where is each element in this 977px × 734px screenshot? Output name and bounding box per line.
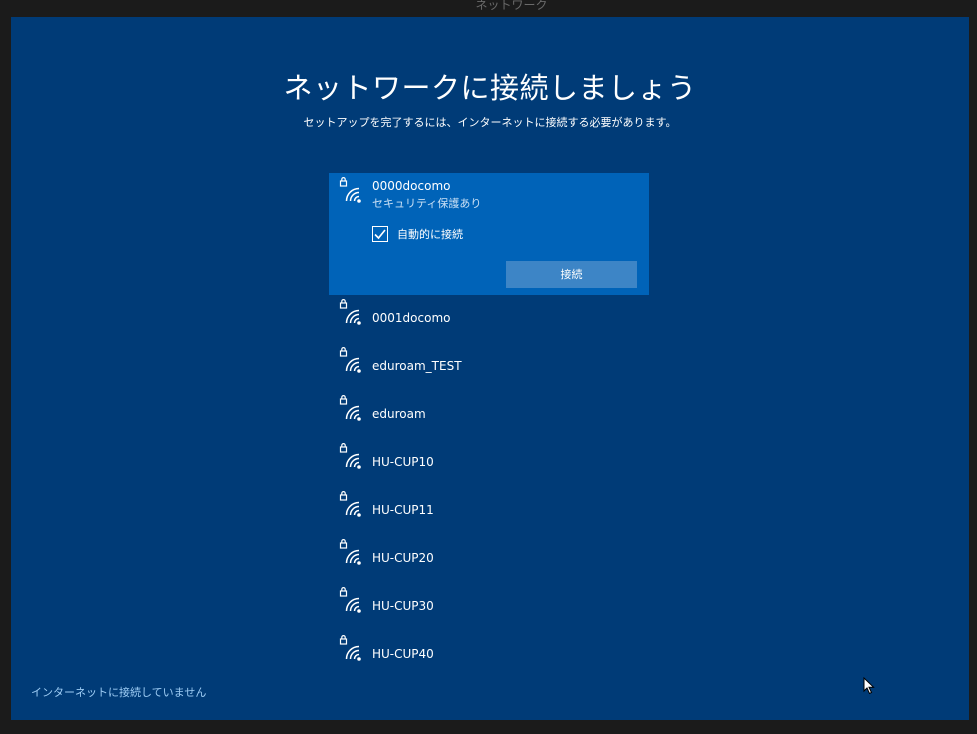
auto-connect-checkbox[interactable]: 自動的に接続	[372, 225, 463, 243]
wifi-locked-icon	[339, 177, 361, 203]
network-name: HU-CUP40	[372, 647, 434, 661]
network-item[interactable]: eduroam_TEST	[329, 343, 649, 391]
wifi-locked-icon	[339, 491, 361, 517]
checkbox-box[interactable]	[372, 226, 388, 242]
network-name: eduroam	[372, 407, 426, 421]
setup-screen: ネットワークに接続しましょう セットアップを完了するには、インターネットに接続す…	[11, 17, 969, 720]
network-item[interactable]: HU-CUP10	[329, 439, 649, 487]
page-subtitle: セットアップを完了するには、インターネットに接続する必要があります。	[303, 116, 677, 129]
wifi-locked-icon	[339, 587, 361, 613]
network-item[interactable]: 0001docomo	[329, 295, 649, 343]
network-name: eduroam_TEST	[372, 359, 462, 373]
wifi-locked-icon	[339, 635, 361, 661]
network-item[interactable]: eduroam	[329, 391, 649, 439]
network-name: HU-CUP10	[372, 455, 434, 469]
network-security-status: セキュリティ保護あり	[372, 197, 482, 210]
connection-status: インターネットに接続していません	[31, 686, 207, 699]
network-name: 0000docomo	[372, 179, 451, 193]
network-item[interactable]: HU-CUP30	[329, 583, 649, 631]
network-name: 0001docomo	[372, 311, 451, 325]
auto-connect-label: 自動的に接続	[397, 228, 463, 241]
wifi-locked-icon	[339, 539, 361, 565]
wifi-locked-icon	[339, 299, 361, 325]
wifi-locked-icon	[339, 443, 361, 469]
network-list: 0000docomo セキュリティ保護あり 自動的に接続 接続 0001doco…	[329, 173, 649, 679]
wifi-locked-icon	[339, 347, 361, 373]
checkmark-icon	[374, 229, 386, 240]
network-name: HU-CUP11	[372, 503, 434, 517]
top-tab-label: ネットワーク	[475, 0, 548, 12]
network-item-selected[interactable]: 0000docomo セキュリティ保護あり 自動的に接続 接続	[329, 173, 649, 295]
page-title: ネットワークに接続しましょう	[283, 71, 697, 105]
network-name: HU-CUP20	[372, 551, 434, 565]
wifi-locked-icon	[339, 395, 361, 421]
network-item[interactable]: HU-CUP11	[329, 487, 649, 535]
network-item[interactable]: HU-CUP40	[329, 631, 649, 679]
connect-button[interactable]: 接続	[506, 261, 637, 288]
mouse-pointer-icon	[863, 677, 875, 695]
network-name: HU-CUP30	[372, 599, 434, 613]
network-item[interactable]: HU-CUP20	[329, 535, 649, 583]
